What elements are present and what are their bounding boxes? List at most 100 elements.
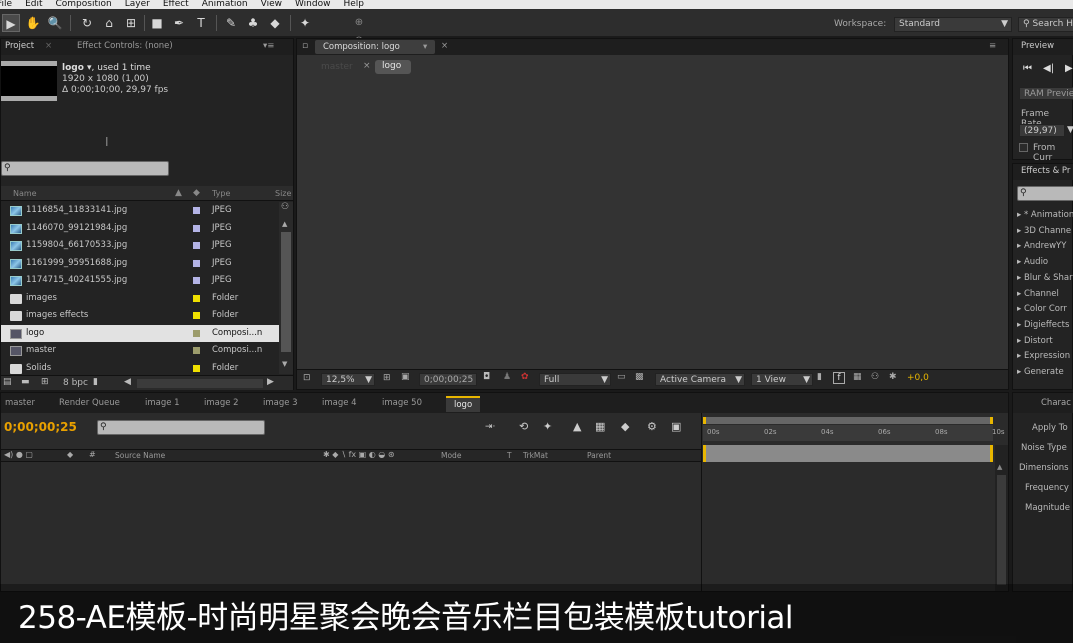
col-trkmat[interactable]: TrkMat	[523, 451, 548, 460]
time-ruler[interactable]: 00s 02s 04s 06s 08s 10s	[703, 425, 1005, 441]
col-type[interactable]: Type	[212, 189, 230, 198]
brainstorm-icon[interactable]: ◆	[621, 420, 629, 433]
scroll-up-icon[interactable]: ▲	[282, 220, 287, 228]
crumb-logo[interactable]: logo	[375, 60, 411, 74]
view-layout-dropdown[interactable]: 1 View ▼	[751, 373, 813, 386]
effects-search-input[interactable]: ⚲	[1017, 186, 1073, 201]
menu-effect[interactable]: Effect	[163, 0, 189, 9]
puppet-pin-tool-icon[interactable]: ✦	[296, 14, 314, 32]
timeline-tab[interactable]: image 2	[204, 396, 239, 410]
project-item-row[interactable]: images effects Folder	[1, 307, 279, 324]
timecode-field[interactable]: 0;00;00;25	[419, 373, 477, 386]
av-features-icon[interactable]: ◀) ● ▢	[4, 450, 33, 459]
col-parent[interactable]: Parent	[587, 451, 611, 460]
effect-category[interactable]: ▸ Distort	[1017, 334, 1053, 349]
timeline-search-input[interactable]: ⚲	[97, 420, 265, 435]
project-item-row[interactable]: 1159804_66170533.jpg JPEG	[1, 237, 279, 254]
always-preview-icon[interactable]: ⊡	[303, 373, 311, 383]
crumb-master[interactable]: master	[321, 62, 353, 72]
auto-keyframe-icon[interactable]: ▣	[671, 420, 681, 433]
effect-category[interactable]: ▸ Blur & Shar	[1017, 271, 1073, 286]
tab-character[interactable]: Charac	[1041, 396, 1071, 410]
menu-layer[interactable]: Layer	[125, 0, 150, 9]
label-swatch[interactable]	[193, 329, 200, 337]
effect-category[interactable]: ▸ Channel	[1017, 287, 1059, 302]
tab-project[interactable]: Project	[5, 39, 34, 53]
effect-category[interactable]: ▸ 3D Channe	[1017, 224, 1071, 239]
rotate-tool-icon[interactable]: ↻	[78, 14, 96, 32]
label-swatch[interactable]	[193, 207, 200, 214]
menu-window[interactable]: Window	[295, 0, 331, 9]
scroll-up-icon[interactable]: ▲	[997, 463, 1002, 471]
effect-category[interactable]: ▸ * Animation	[1017, 208, 1073, 223]
magnification-dropdown[interactable]: 12,5% ▼	[321, 373, 375, 386]
show-snapshot-icon[interactable]: ♟	[503, 372, 511, 382]
new-folder-icon[interactable]: ▬	[21, 377, 30, 387]
channel-icon[interactable]: ✿	[521, 372, 529, 382]
pan-behind-tool-icon[interactable]: ⊞	[122, 14, 140, 32]
menu-edit[interactable]: Edit	[25, 0, 42, 9]
effect-category[interactable]: ▸ AndrewYY	[1017, 239, 1066, 254]
zoom-tool-icon[interactable]: 🔍	[46, 14, 64, 32]
menu-animation[interactable]: Animation	[202, 0, 248, 9]
timeline-icon[interactable]: ▦	[853, 372, 862, 382]
menu-composition[interactable]: Composition	[56, 0, 112, 9]
label-swatch[interactable]	[193, 277, 200, 284]
label-swatch[interactable]	[193, 364, 200, 372]
safe-margins-icon[interactable]: ⊞	[383, 373, 391, 383]
timeline-tab[interactable]: image 4	[322, 396, 357, 410]
eraser-tool-icon[interactable]: ◆	[266, 14, 284, 32]
effect-category[interactable]: ▸ Digieffects	[1017, 318, 1069, 333]
scroll-right-icon[interactable]: ▶	[267, 377, 274, 387]
bpc-label[interactable]: 8 bpc	[63, 378, 88, 388]
current-timecode[interactable]: 0;00;00;25	[4, 420, 77, 434]
close-icon[interactable]: ×	[441, 39, 448, 53]
effect-category[interactable]: ▸ Expression	[1017, 349, 1070, 364]
transparency-grid-icon[interactable]: ▩	[635, 372, 644, 382]
new-comp-icon[interactable]: ⊞	[41, 377, 49, 387]
project-item-row[interactable]: 1116854_11833141.jpg JPEG	[1, 202, 279, 219]
effect-category[interactable]: ▸ Color Corr	[1017, 302, 1067, 317]
selection-tool-icon[interactable]: ▶	[2, 14, 20, 32]
camera-dropdown[interactable]: Active Camera ▼	[655, 373, 745, 386]
horizontal-scrollbar[interactable]	[137, 379, 263, 388]
label-swatch[interactable]	[193, 347, 200, 354]
col-mode[interactable]: Mode	[441, 451, 461, 460]
label-tag-icon[interactable]: ◆	[67, 450, 73, 459]
panel-menu-icon[interactable]: ▾≡	[263, 39, 274, 53]
effect-category[interactable]: ▸ Audio	[1017, 255, 1048, 270]
label-swatch[interactable]	[193, 224, 200, 232]
project-item-row[interactable]: master Composi...n	[1, 342, 279, 359]
text-tool-icon[interactable]: T	[192, 14, 210, 32]
label-swatch[interactable]	[193, 312, 200, 319]
project-item-row[interactable]: images Folder	[1, 290, 279, 307]
tab-preview[interactable]: Preview	[1021, 39, 1054, 53]
tab-composition-logo[interactable]: Composition: logo ▾	[315, 40, 435, 54]
resolution-dropdown[interactable]: Full ▼	[539, 373, 611, 386]
search-help-field[interactable]: ⚲ Search H	[1018, 17, 1073, 32]
timeline-tab[interactable]: image 1	[145, 396, 180, 410]
snapshot-icon[interactable]: ◘	[483, 372, 490, 382]
project-item-row[interactable]: 1146070_99121984.jpg JPEG	[1, 220, 279, 237]
col-t[interactable]: T	[507, 451, 512, 460]
from-current-checkbox[interactable]	[1019, 143, 1028, 152]
label-swatch[interactable]	[193, 259, 200, 267]
timeline-scrollbar[interactable]: ▲	[995, 445, 1008, 591]
timeline-tab[interactable]: logo	[446, 396, 481, 412]
timeline-tab[interactable]: image 3	[263, 396, 298, 410]
workspace-dropdown[interactable]: Standard ▼	[894, 17, 1012, 32]
mask-visibility-icon[interactable]: ▣	[401, 372, 410, 382]
panel-menu-icon[interactable]: ≡	[989, 39, 996, 53]
project-item-row[interactable]: 1161999_95951688.jpg JPEG	[1, 255, 279, 272]
col-name[interactable]: Name	[13, 189, 37, 198]
timeline-tab[interactable]: image 50	[382, 396, 422, 410]
ram-preview-options[interactable]: RAM Previe	[1019, 87, 1073, 100]
scroll-down-icon[interactable]: ▼	[282, 360, 287, 368]
clone-stamp-tool-icon[interactable]: ♣	[244, 14, 262, 32]
menu-view[interactable]: View	[261, 0, 282, 9]
axis-mode-icon[interactable]: ⊕ ⊗	[350, 14, 368, 46]
play-icon[interactable]: ▶	[1065, 63, 1073, 74]
hand-tool-icon[interactable]: ✋	[24, 14, 42, 32]
first-frame-icon[interactable]: ⏮	[1023, 63, 1032, 74]
frame-blending-icon[interactable]: ▲	[573, 420, 581, 433]
